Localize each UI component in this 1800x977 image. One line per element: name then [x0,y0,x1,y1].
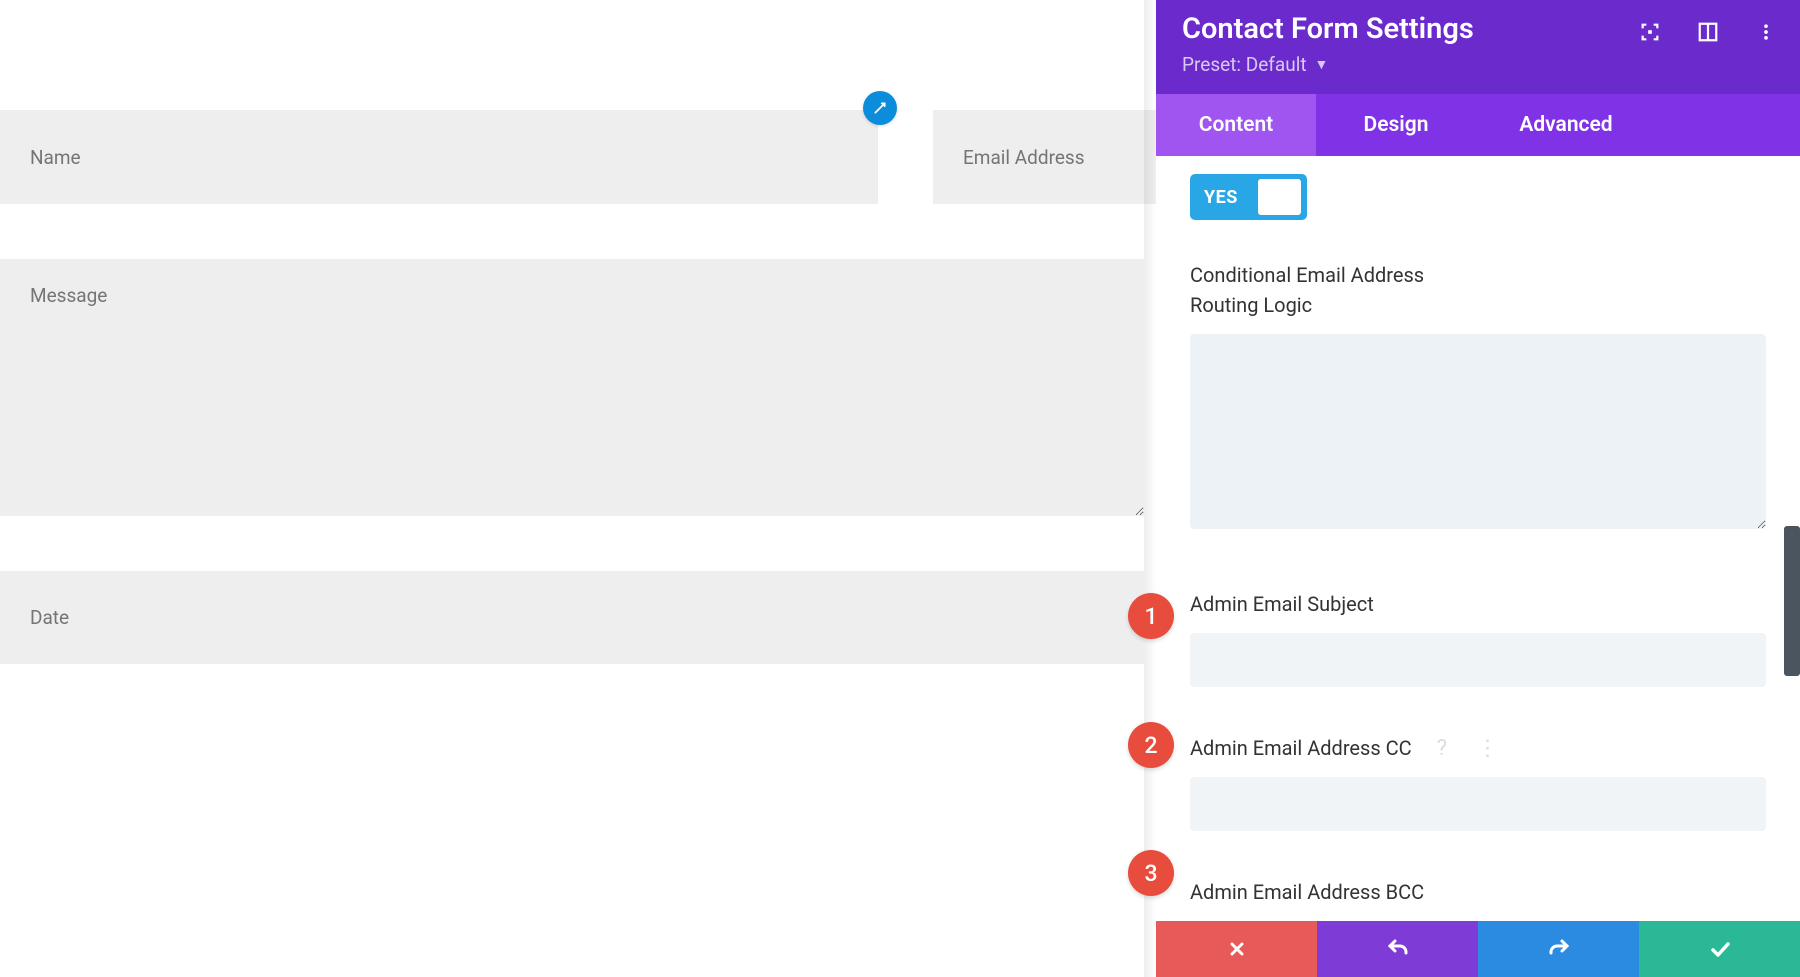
save-button[interactable] [1639,921,1800,977]
conditional-routing-textarea[interactable] [1190,334,1766,529]
panel-body[interactable]: YES Conditional Email Address Routing Lo… [1156,156,1800,921]
panel-header: Contact Form Settings Preset: Default ▼ [1156,0,1800,94]
settings-panel: Contact Form Settings Preset: Default ▼ [1156,0,1800,977]
tab-content[interactable]: Content [1156,94,1316,156]
field-options-icon[interactable]: ? ⋮ [1437,736,1511,761]
name-field[interactable] [0,110,878,204]
toggle-label: YES [1204,187,1238,208]
undo-button[interactable] [1317,921,1478,977]
focus-icon[interactable] [1638,20,1662,44]
admin-email-subject-label: Admin Email Subject [1190,589,1766,619]
date-field[interactable] [0,571,1144,664]
tab-advanced[interactable]: Advanced [1476,94,1656,156]
admin-email-bcc-label: Admin Email Address BCC [1190,877,1766,907]
cancel-button[interactable] [1156,921,1317,977]
redo-button[interactable] [1478,921,1639,977]
panel-shadow [1144,0,1156,977]
scrollbar[interactable] [1784,526,1800,676]
yes-toggle[interactable]: YES [1190,174,1307,220]
preset-label: Preset: Default [1182,53,1307,76]
preset-selector[interactable]: Preset: Default ▼ [1182,53,1328,76]
chevron-down-icon: ▼ [1315,56,1329,73]
admin-email-cc-input[interactable] [1190,777,1766,831]
panel-footer [1156,921,1800,977]
tab-design[interactable]: Design [1316,94,1476,156]
more-icon[interactable] [1754,20,1778,44]
admin-email-cc-label: Admin Email Address CC [1190,733,1412,763]
edit-field-button[interactable] [863,91,897,125]
badge-3: 3 [1128,850,1174,896]
conditional-routing-label: Conditional Email Address Routing Logic [1190,260,1766,320]
form-preview [0,0,1144,977]
badge-1: 1 [1128,593,1174,639]
panel-tabs: Content Design Advanced [1156,94,1800,156]
toggle-knob [1258,179,1301,215]
message-field[interactable] [0,259,1144,516]
badge-2: 2 [1128,722,1174,768]
column-layout-icon[interactable] [1696,20,1720,44]
admin-email-subject-input[interactable] [1190,633,1766,687]
